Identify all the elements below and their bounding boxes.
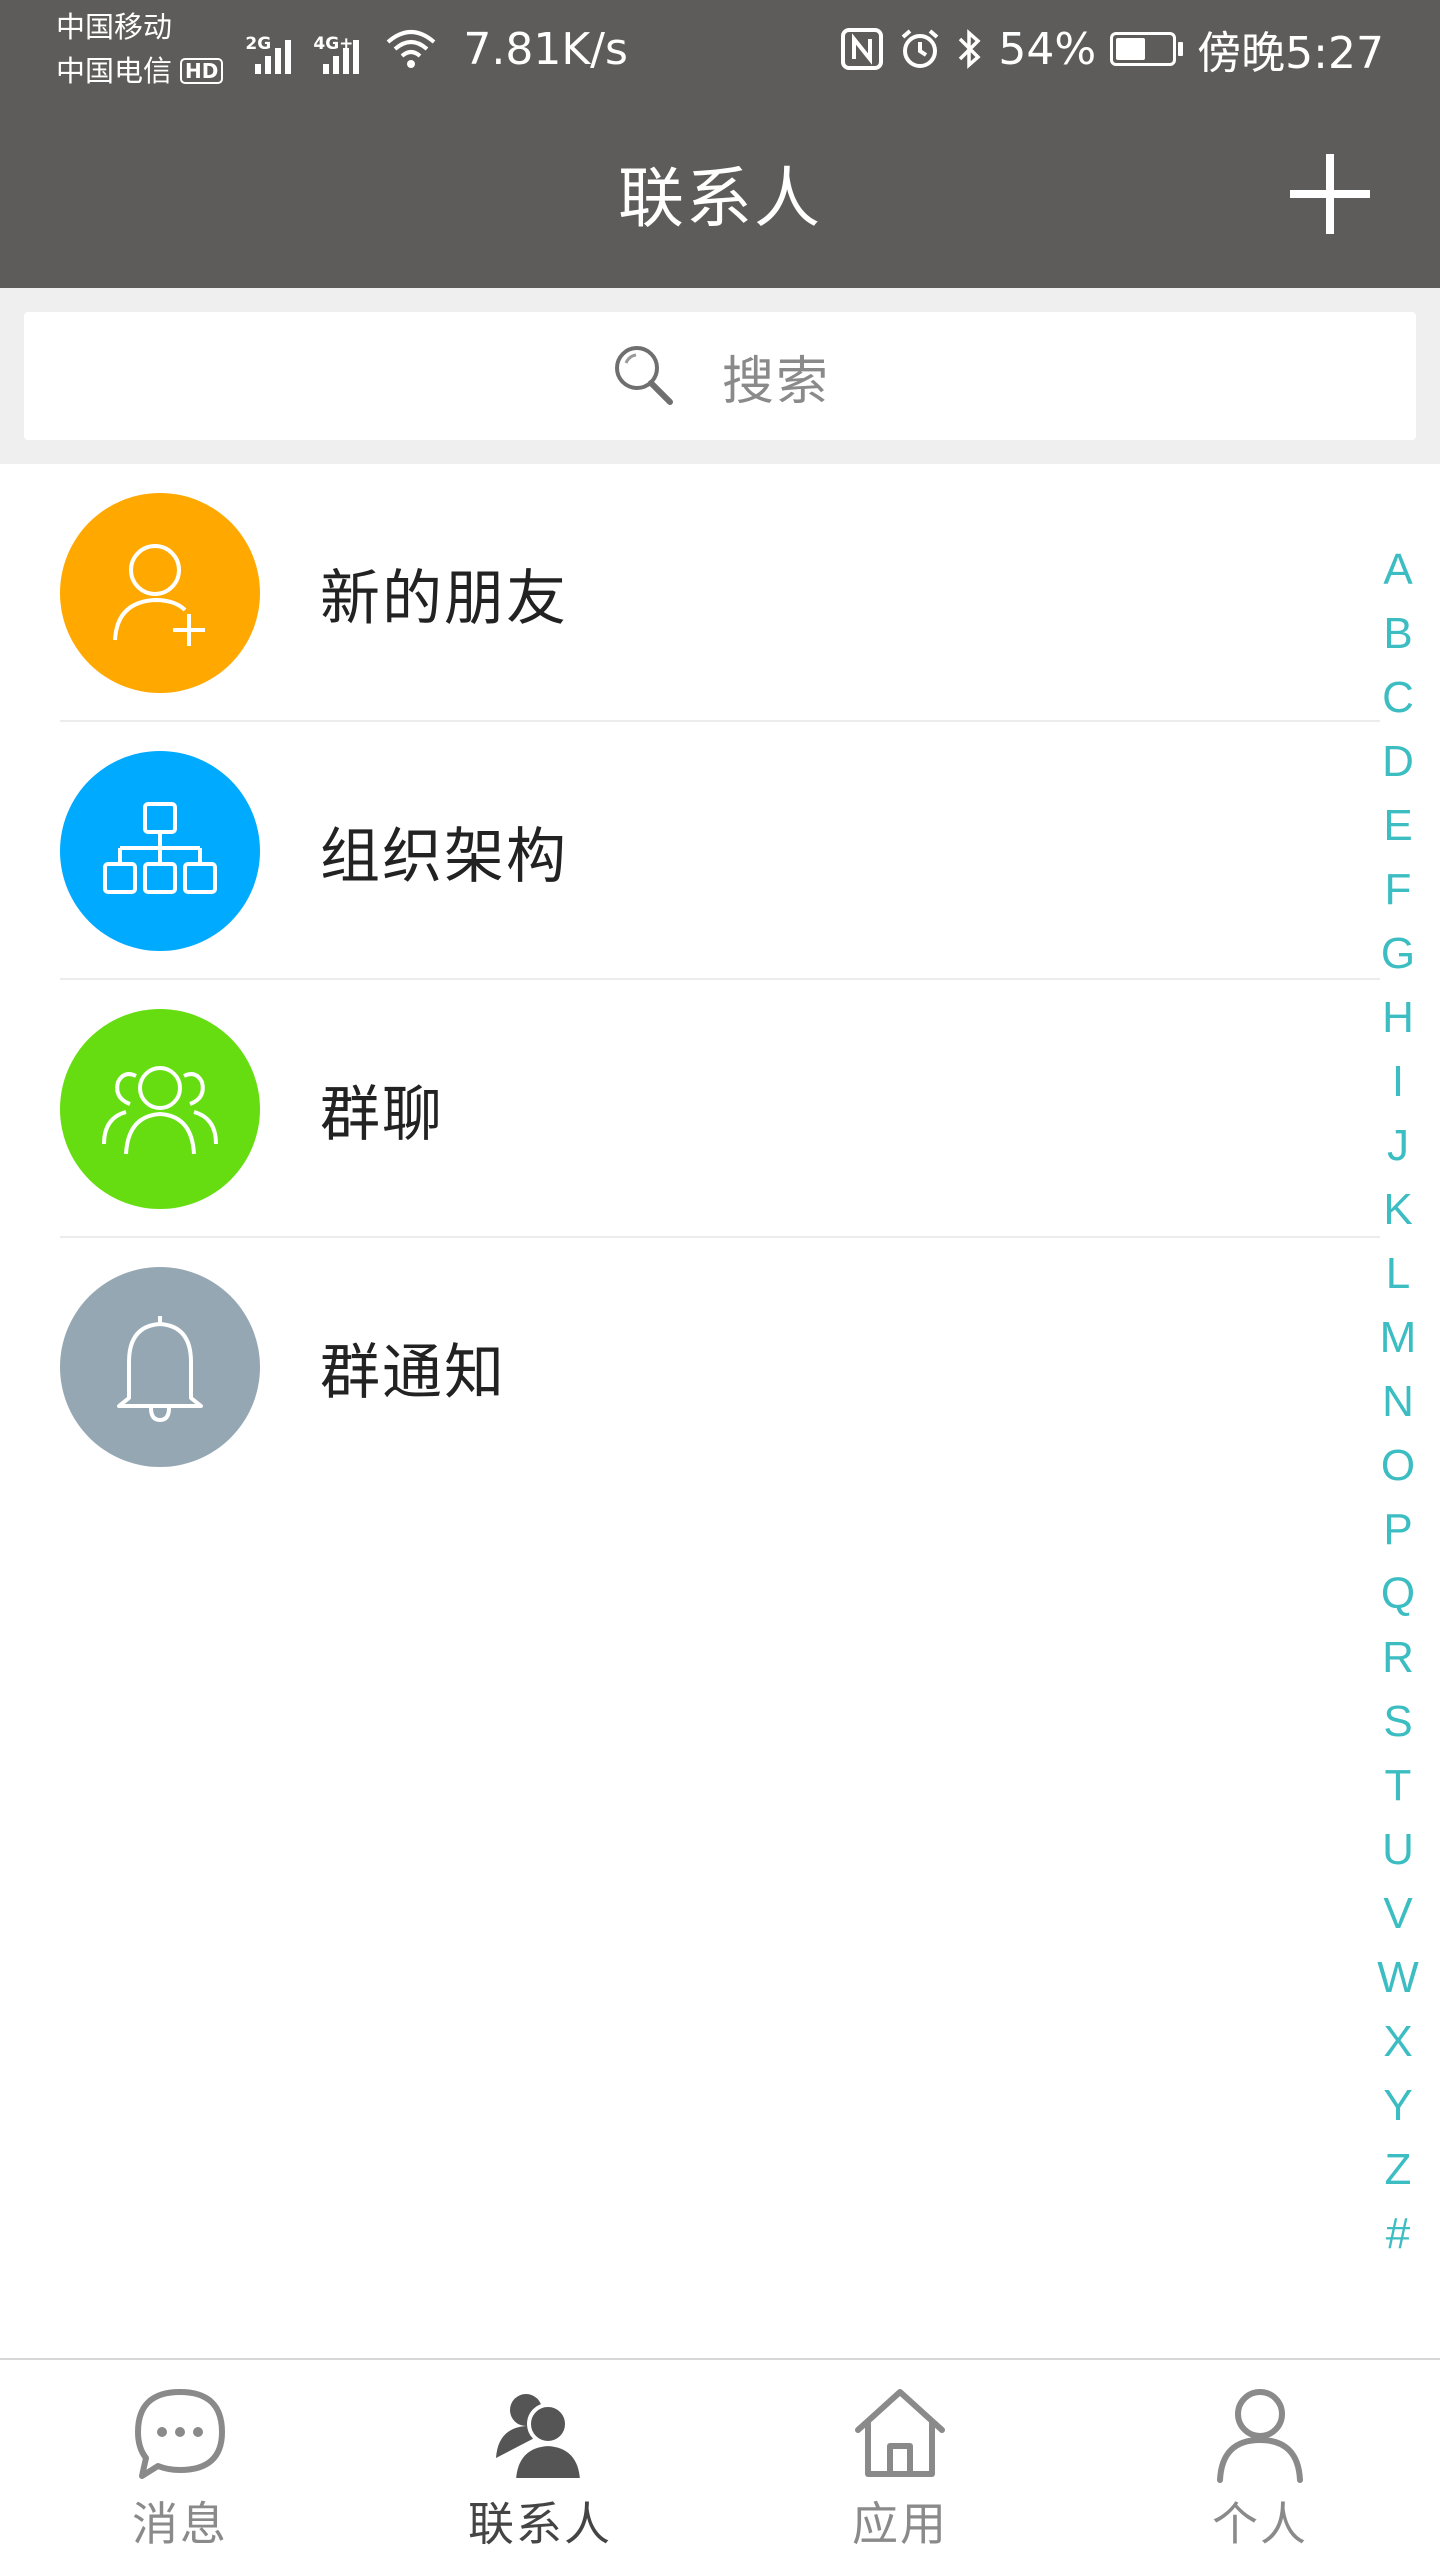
battery-percent: 54% bbox=[998, 23, 1097, 75]
index-letter[interactable]: E bbox=[1383, 794, 1412, 858]
index-letter[interactable]: N bbox=[1382, 1370, 1414, 1434]
alarm-icon bbox=[898, 27, 942, 71]
battery-icon bbox=[1110, 32, 1184, 66]
add-button[interactable] bbox=[1290, 154, 1370, 234]
index-letter[interactable]: # bbox=[1386, 2202, 1410, 2266]
nav-item-contacts[interactable]: 联系人 bbox=[360, 2360, 720, 2560]
index-letter[interactable]: J bbox=[1387, 1114, 1409, 1178]
nav-label: 个人 bbox=[1212, 2497, 1308, 2551]
index-letter[interactable]: L bbox=[1386, 1242, 1410, 1306]
status-bar: 中国移动 中国电信 HD 2G 4G+ 7.81K/s 54% 傍晚5:27 bbox=[0, 0, 1440, 98]
list-item-label: 群通知 bbox=[320, 1337, 506, 1408]
search-placeholder: 搜索 bbox=[721, 351, 830, 412]
index-letter[interactable]: P bbox=[1383, 1498, 1412, 1562]
bell-icon bbox=[60, 1267, 260, 1467]
index-letter[interactable]: D bbox=[1382, 730, 1414, 794]
nav-item-profile[interactable]: 个人 bbox=[1080, 2360, 1440, 2560]
list-item-group-chat[interactable]: 群聊 bbox=[0, 980, 1380, 1238]
chat-bubble-icon bbox=[130, 2384, 230, 2484]
search-icon bbox=[610, 341, 676, 411]
search-input[interactable]: 搜索 bbox=[24, 312, 1416, 440]
list-item-group-notice[interactable]: 群通知 bbox=[0, 1238, 1380, 1496]
nav-item-apps[interactable]: 应用 bbox=[720, 2360, 1080, 2560]
hd-badge: HD bbox=[180, 58, 224, 84]
index-letter[interactable]: Z bbox=[1385, 2138, 1412, 2202]
search-area: 搜索 bbox=[0, 288, 1440, 464]
index-letter[interactable]: R bbox=[1382, 1626, 1414, 1690]
alphabet-index[interactable]: A B C D E F G H I J K L M N O P Q R S T U V W X Y Z # bbox=[1356, 538, 1440, 2266]
bluetooth-icon bbox=[956, 27, 984, 71]
home-icon bbox=[850, 2384, 950, 2484]
net-speed: 7.81K/s bbox=[463, 23, 628, 75]
add-user-icon bbox=[60, 493, 260, 693]
contacts-icon bbox=[490, 2384, 590, 2484]
org-chart-icon bbox=[60, 751, 260, 951]
index-letter[interactable]: I bbox=[1392, 1050, 1404, 1114]
carrier-2: 中国电信 bbox=[56, 54, 173, 88]
signal-indicators: 2G 4G+ bbox=[245, 24, 437, 74]
nav-label: 应用 bbox=[852, 2497, 948, 2551]
nav-item-messages[interactable]: 消息 bbox=[0, 2360, 360, 2560]
index-letter[interactable]: W bbox=[1377, 1946, 1419, 2010]
index-letter[interactable]: Y bbox=[1383, 2074, 1412, 2138]
page-title: 联系人 bbox=[618, 160, 822, 237]
app-header: 联系人 bbox=[0, 98, 1440, 288]
list-item-label: 群聊 bbox=[320, 1079, 444, 1150]
signal-2g-icon: 2G bbox=[245, 34, 292, 74]
person-icon bbox=[1210, 2384, 1310, 2484]
index-letter[interactable]: T bbox=[1385, 1754, 1412, 1818]
list-item-label: 组织架构 bbox=[320, 821, 568, 892]
index-letter[interactable]: F bbox=[1385, 858, 1412, 922]
index-letter[interactable]: O bbox=[1381, 1434, 1415, 1498]
list-item-new-friends[interactable]: 新的朋友 bbox=[0, 464, 1380, 722]
index-letter[interactable]: V bbox=[1383, 1882, 1412, 1946]
nfc-icon bbox=[840, 27, 884, 71]
index-letter[interactable]: S bbox=[1383, 1690, 1412, 1754]
signal-4g-icon: 4G+ bbox=[313, 34, 360, 74]
index-letter[interactable]: X bbox=[1383, 2010, 1412, 2074]
index-letter[interactable]: G bbox=[1381, 922, 1415, 986]
index-letter[interactable]: M bbox=[1380, 1306, 1417, 1370]
index-letter[interactable]: H bbox=[1382, 986, 1414, 1050]
wifi-icon bbox=[385, 28, 437, 74]
index-letter[interactable]: B bbox=[1383, 602, 1412, 666]
index-letter[interactable]: A bbox=[1383, 538, 1412, 602]
nav-label: 联系人 bbox=[468, 2497, 612, 2551]
list-item-label: 新的朋友 bbox=[320, 563, 568, 634]
index-letter[interactable]: Q bbox=[1381, 1562, 1415, 1626]
carrier-info: 中国移动 中国电信 HD bbox=[56, 5, 224, 93]
index-letter[interactable]: K bbox=[1383, 1178, 1412, 1242]
carrier-1: 中国移动 bbox=[56, 10, 173, 44]
clock: 傍晚5:27 bbox=[1197, 28, 1384, 79]
index-letter[interactable]: C bbox=[1382, 666, 1414, 730]
nav-label: 消息 bbox=[132, 2497, 228, 2551]
index-letter[interactable]: U bbox=[1382, 1818, 1414, 1882]
group-icon bbox=[60, 1009, 260, 1209]
bottom-nav: 消息 联系人 应用 个人 bbox=[0, 2358, 1440, 2560]
list-item-org-chart[interactable]: 组织架构 bbox=[0, 722, 1380, 980]
